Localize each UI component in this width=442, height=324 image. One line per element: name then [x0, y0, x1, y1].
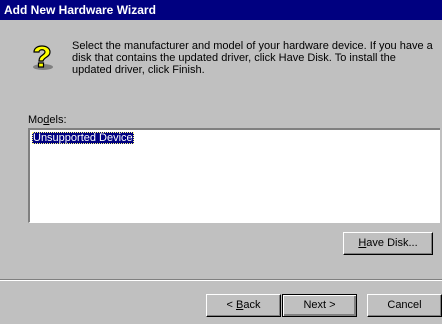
back-button[interactable]: < Back: [206, 294, 281, 317]
list-item[interactable]: Unsupported Device: [32, 132, 134, 144]
next-button[interactable]: Next >: [282, 294, 357, 317]
models-listbox[interactable]: Unsupported Device: [28, 128, 440, 223]
cancel-button[interactable]: Cancel: [367, 294, 442, 317]
question-mark-help-icon: [26, 41, 56, 71]
window-title: Add New Hardware Wizard: [4, 3, 156, 17]
title-bar[interactable]: Add New Hardware Wizard: [0, 0, 442, 20]
separator: [0, 279, 442, 281]
have-disk-button[interactable]: Have Disk...: [343, 232, 433, 255]
instructions-text: Select the manufacturer and model of you…: [72, 40, 433, 76]
models-label: Models:: [28, 114, 67, 126]
